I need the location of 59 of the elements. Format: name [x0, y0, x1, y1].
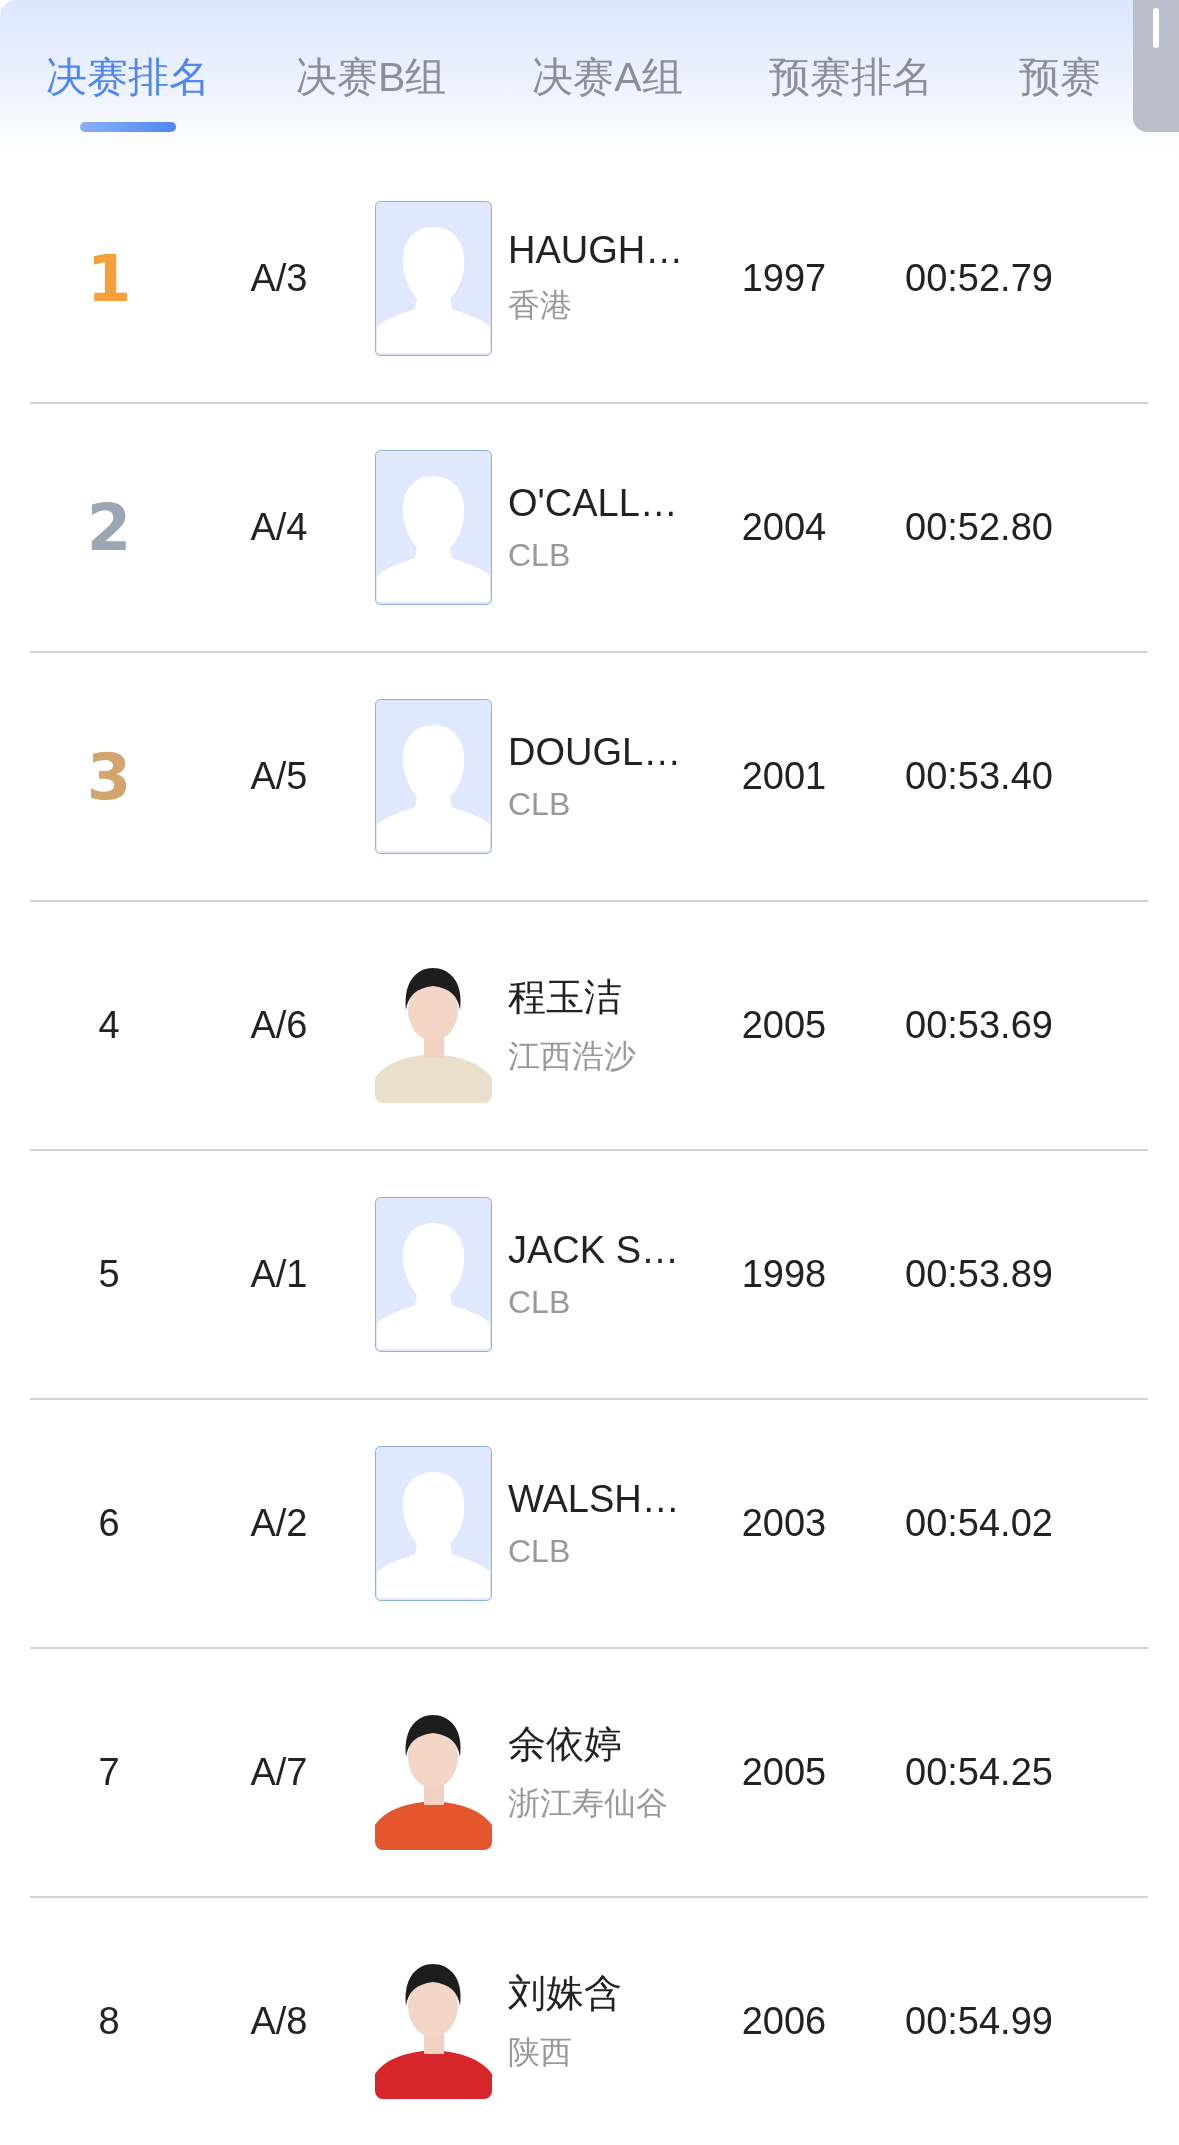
- result-time: 00:53.89: [905, 1253, 1053, 1296]
- avatar-placeholder-icon: [375, 1197, 492, 1352]
- birth-year: 2004: [741, 506, 827, 549]
- birth-year: 2001: [741, 755, 827, 798]
- athlete-name: HAUGH…: [508, 229, 685, 272]
- team-name: CLB: [508, 1532, 572, 1570]
- tab[interactable]: 决赛排名: [46, 50, 210, 140]
- lane: A/8: [250, 2000, 308, 2043]
- athlete-name: WALSH…: [508, 1477, 681, 1521]
- result-time: 00:54.02: [905, 1502, 1053, 1545]
- birth-year: 1998: [741, 1253, 827, 1296]
- team-name: 香港: [508, 286, 573, 325]
- rank: 5: [98, 1253, 120, 1296]
- medal-rank: 1: [86, 241, 132, 316]
- lane: A/4: [250, 506, 308, 549]
- athlete-name: DOUGL…: [508, 730, 683, 774]
- birth-year: 1997: [741, 257, 827, 300]
- birth-year: 2006: [741, 2000, 827, 2043]
- lane: A/3: [250, 257, 308, 300]
- lane: A/1: [250, 1253, 308, 1296]
- rank: 7: [98, 1751, 120, 1794]
- lane: A/5: [250, 755, 308, 798]
- avatar-placeholder-icon: [375, 699, 492, 854]
- athlete-name: 刘姝含: [508, 1971, 623, 2016]
- lane: A/6: [250, 1004, 308, 1047]
- tab[interactable]: 预赛排名: [768, 50, 933, 140]
- scroll-indicator[interactable]: [1133, 0, 1179, 132]
- team-name: CLB: [508, 785, 572, 823]
- result-time: 00:53.40: [905, 755, 1053, 798]
- tab[interactable]: 决赛A组: [532, 50, 683, 140]
- rank: 4: [98, 1004, 120, 1047]
- team-name: CLB: [508, 1283, 572, 1321]
- team-name: 江西浩沙: [508, 1037, 637, 1076]
- rank: 6: [98, 1502, 120, 1545]
- birth-year: 2003: [741, 1502, 827, 1545]
- medal-rank: 3: [86, 739, 132, 814]
- athlete-name: 程玉洁: [508, 975, 623, 1020]
- team-name: 陕西: [508, 2033, 573, 2072]
- avatar-placeholder-icon: [375, 201, 492, 356]
- result-time: 00:53.69: [905, 1004, 1053, 1047]
- athlete-name: JACK S…: [508, 1228, 681, 1272]
- athlete-name: 余依婷: [508, 1722, 623, 1767]
- avatar-placeholder-icon: [375, 450, 492, 605]
- medal-rank: 2: [86, 490, 132, 565]
- team-name: CLB: [508, 536, 572, 574]
- tab[interactable]: 预赛: [1018, 50, 1101, 140]
- result-time: 00:52.79: [905, 257, 1053, 300]
- result-time: 00:54.99: [905, 2000, 1053, 2043]
- team-name: 浙江寿仙谷: [508, 1784, 669, 1823]
- athlete-name: O'CALL…: [508, 481, 679, 525]
- lane: A/7: [250, 1751, 308, 1794]
- birth-year: 2005: [741, 1004, 827, 1047]
- birth-year: 2005: [741, 1751, 827, 1794]
- tab[interactable]: 决赛B组: [296, 50, 447, 140]
- result-time: 00:54.25: [905, 1751, 1053, 1794]
- avatar-placeholder-icon: [375, 1446, 492, 1601]
- rank: 8: [98, 2000, 120, 2043]
- result-time: 00:52.80: [905, 506, 1053, 549]
- lane: A/2: [250, 1502, 308, 1545]
